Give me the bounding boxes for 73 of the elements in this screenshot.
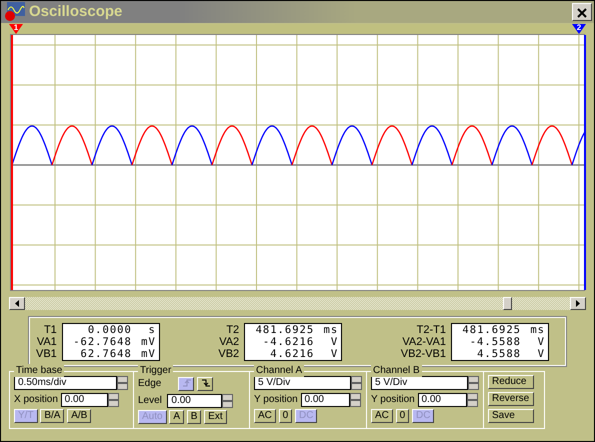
readout-unit: s xyxy=(147,324,156,336)
oscilloscope-icon xyxy=(3,2,25,22)
window-title: Oscilloscope xyxy=(29,2,122,22)
scale-dropdown[interactable]: 0.50ms/div xyxy=(14,376,117,390)
rising-edge-icon xyxy=(182,378,192,387)
readout-label: VA2 xyxy=(218,336,240,348)
group-title: Time base xyxy=(14,364,64,377)
action-button[interactable]: Reduce xyxy=(488,375,534,389)
left-arrow-icon xyxy=(15,300,19,307)
source-button[interactable]: A xyxy=(169,410,184,424)
readout-value: 62.7648 xyxy=(80,348,132,360)
readout-unit: mV xyxy=(140,336,156,348)
readout-value: -62.7648 xyxy=(72,336,132,348)
coupling-button[interactable]: AC xyxy=(371,409,393,423)
scale-dropdown[interactable]: 5 V/Div xyxy=(254,376,351,390)
readout-unit: ms xyxy=(529,324,545,336)
mode-button[interactable]: B/A xyxy=(40,409,64,423)
level-field[interactable]: 0.00 xyxy=(167,394,222,408)
cursor-marker[interactable]: 1 xyxy=(9,24,23,34)
position-field[interactable]: 0.00 xyxy=(60,392,108,406)
edge-button[interactable] xyxy=(178,376,194,390)
action-button[interactable]: Save xyxy=(488,409,534,423)
cursor-marker[interactable]: 2 xyxy=(572,24,586,34)
readout-label: T1 xyxy=(42,324,57,336)
readout-value: -4.5588 xyxy=(468,336,521,348)
readout-unit: mV xyxy=(140,348,156,360)
spinner-control[interactable] xyxy=(466,392,478,406)
source-button[interactable]: Ext xyxy=(204,410,227,424)
readout-unit: V xyxy=(536,348,545,360)
readout-label: VB1 xyxy=(36,348,57,360)
scroll-left-button[interactable] xyxy=(9,297,25,310)
field-label: Y position xyxy=(254,393,298,407)
group-title: Channel A xyxy=(254,364,304,377)
group-title: Channel B xyxy=(371,364,422,377)
readout-value: -4.6216 xyxy=(262,336,314,348)
coupling-button[interactable]: 0 xyxy=(396,409,410,423)
field-label: X position xyxy=(14,393,58,407)
readout-label: VA2-VA1 xyxy=(401,336,446,348)
readout-label: VB2-VB1 xyxy=(400,348,446,360)
readout-unit: V xyxy=(536,336,545,348)
position-field[interactable]: 0.00 xyxy=(300,392,350,406)
readout-value: 0.0000 xyxy=(86,324,132,336)
readout-unit: V xyxy=(330,336,338,348)
close-button[interactable] xyxy=(572,3,592,21)
readout-unit: ms xyxy=(322,324,338,336)
right-arrow-icon xyxy=(576,300,580,307)
close-icon xyxy=(577,8,587,18)
falling-edge-icon xyxy=(200,378,211,387)
readout-value: 4.5588 xyxy=(476,348,521,360)
readout-label: T2-T1 xyxy=(416,324,446,336)
field-label: Edge xyxy=(138,377,162,391)
coupling-button[interactable]: 0 xyxy=(278,409,292,423)
spinner-control[interactable] xyxy=(108,392,119,406)
scale-dropdown[interactable]: 5 V/Div xyxy=(371,376,468,390)
coupling-button[interactable]: AC xyxy=(254,409,276,423)
readout-value: 481.6925 xyxy=(461,324,521,336)
source-button[interactable]: B xyxy=(186,410,202,424)
spinner-control[interactable] xyxy=(350,392,360,406)
readout-value: 4.6216 xyxy=(269,348,314,360)
field-label: Level xyxy=(138,394,162,408)
scroll-thumb[interactable] xyxy=(503,297,512,310)
action-button[interactable]: Reverse xyxy=(488,392,534,406)
readout-label: VB2 xyxy=(218,348,240,360)
position-field[interactable]: 0.00 xyxy=(418,392,466,406)
mode-button[interactable]: A/B xyxy=(67,409,92,423)
edge-button[interactable] xyxy=(196,376,213,390)
readout-unit: V xyxy=(330,348,338,360)
readout-value: 481.6925 xyxy=(254,324,314,336)
field-label: Y position xyxy=(371,393,415,407)
readout-label: T2 xyxy=(225,324,240,336)
group-title: Trigger xyxy=(138,364,174,377)
scroll-right-button[interactable] xyxy=(570,297,586,310)
readout-label: VA1 xyxy=(36,336,57,348)
